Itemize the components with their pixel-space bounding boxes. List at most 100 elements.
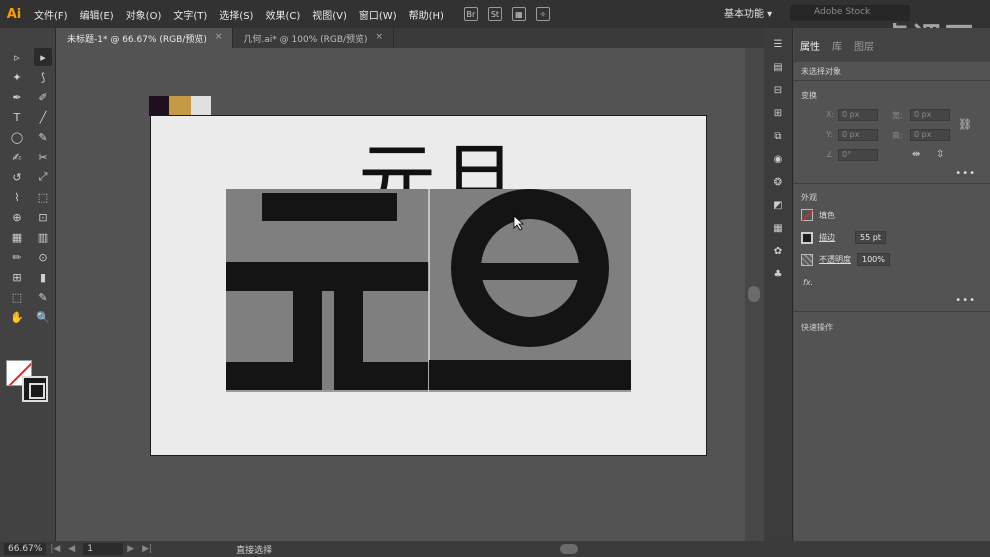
constrain-proportions-icon[interactable]: ⛓ [958, 118, 972, 131]
menu-item-window[interactable]: 窗口(W) [353, 7, 403, 22]
menu-item-view[interactable]: 视图(V) [306, 7, 353, 22]
canvas-area[interactable]: 元旦 [57, 48, 745, 541]
vertical-scrollbar[interactable] [745, 48, 764, 541]
artboard-number-field[interactable]: 1 [83, 543, 124, 555]
angle-field[interactable]: 0° [838, 149, 878, 161]
pathfinder-icon[interactable]: ⧉ [771, 129, 785, 143]
flip-horizontal-icon[interactable]: ⇹ [912, 149, 920, 160]
prev-artboard-icon[interactable]: ◀ [68, 544, 75, 554]
yuan-left-leg[interactable] [293, 291, 322, 390]
tool-icon[interactable]: ▸ [34, 48, 52, 66]
tab-geometry[interactable]: 几何.ai* @ 100% (RGB/预览) × [233, 28, 395, 48]
color-swatch-gold[interactable] [169, 96, 191, 116]
first-artboard-icon[interactable]: |◀ [50, 544, 60, 554]
menu-item-file[interactable]: 文件(F) [28, 7, 74, 22]
x-field[interactable]: 0 px [838, 109, 878, 121]
tool-icon[interactable]: ⤢ [34, 168, 52, 186]
more-transform-options[interactable]: ••• [955, 168, 976, 179]
flip-vertical-icon[interactable]: ⇳ [936, 149, 944, 160]
tool-icon[interactable]: ↺ [8, 168, 26, 186]
fill-none-swatch[interactable] [801, 209, 813, 221]
tool-icon[interactable]: ◯ [8, 128, 26, 146]
opacity-label[interactable]: 不透明度 [819, 254, 851, 265]
yuan-top-bar[interactable] [262, 193, 397, 221]
tool-icon[interactable]: ▥ [34, 228, 52, 246]
close-icon[interactable]: × [215, 32, 223, 48]
tool-icon[interactable]: ⊞ [8, 268, 26, 286]
tool-icon[interactable]: ✦ [8, 68, 26, 86]
tool-icon[interactable]: ✂ [34, 148, 52, 166]
tool-icon[interactable]: ✏ [8, 248, 26, 266]
tab-libraries[interactable]: 库 [832, 38, 842, 53]
tool-icon[interactable]: ▮ [34, 268, 52, 286]
bridge-icon[interactable]: Br [463, 7, 478, 21]
more-appearance-options[interactable]: ••• [955, 295, 976, 306]
tab-untitled-1[interactable]: 未标题-1* @ 66.67% (RGB/预览) × [57, 28, 234, 48]
tool-icon[interactable]: ⊙ [34, 248, 52, 266]
swatches-icon[interactable]: ▦ [771, 221, 785, 235]
y-field[interactable]: 0 px [838, 129, 878, 141]
dan-base-bar[interactable] [429, 360, 631, 390]
tool-icon[interactable]: ✍ [8, 148, 26, 166]
gradient-icon[interactable]: ◩ [771, 198, 785, 212]
libraries-icon[interactable]: ▤ [771, 60, 785, 74]
tool-icon[interactable]: T [8, 108, 26, 126]
tool-icon[interactable]: ⟆ [34, 68, 52, 86]
w-field[interactable]: 0 px [910, 109, 950, 121]
stroke-swatch-small[interactable] [801, 231, 813, 244]
opacity-row[interactable]: 不透明度 100% [801, 253, 890, 266]
color-icon[interactable]: ◉ [771, 152, 785, 166]
tool-icon[interactable]: ✐ [34, 88, 52, 106]
tab-layers[interactable]: 图层 [854, 38, 874, 53]
appearance-icon[interactable]: ❂ [771, 175, 785, 189]
tool-icon[interactable]: ⬚ [8, 288, 26, 306]
tool-icon[interactable]: ⊡ [34, 208, 52, 226]
gpu-icon[interactable]: ✧ [535, 7, 550, 21]
stroke-row[interactable]: 描边 55 pt [801, 231, 886, 244]
tool-icon[interactable]: ✎ [34, 128, 52, 146]
artboard[interactable]: 元旦 [150, 115, 707, 456]
fill-row[interactable]: 填色 [801, 209, 835, 221]
yuan-middle-bar[interactable] [226, 262, 429, 291]
tool-icon[interactable]: ▹ [8, 48, 26, 66]
arrange-documents-icon[interactable]: ▦ [511, 7, 526, 21]
align-icon[interactable]: ⊟ [771, 83, 785, 97]
tool-icon[interactable]: 🔍 [34, 308, 52, 326]
properties-icon[interactable]: ☰ [771, 37, 785, 51]
menu-item-edit[interactable]: 编辑(E) [74, 7, 120, 22]
stock-icon[interactable]: St [487, 7, 502, 21]
tool-icon[interactable]: ✎ [34, 288, 52, 306]
stroke-weight-field[interactable]: 55 pt [855, 231, 886, 244]
workspace-switcher[interactable]: 基本功能 ▾ [724, 5, 772, 20]
menu-item-select[interactable]: 选择(S) [213, 7, 259, 22]
yuan-right-leg[interactable] [334, 291, 363, 390]
tool-icon[interactable]: ⊕ [8, 208, 26, 226]
tool-icon[interactable]: ▦ [8, 228, 26, 246]
menu-item-object[interactable]: 对象(O) [120, 7, 168, 22]
tool-icon[interactable]: ✒ [8, 88, 26, 106]
artwork[interactable] [151, 116, 708, 457]
horizontal-scroll-thumb[interactable] [560, 544, 578, 554]
yuan-left-foot[interactable] [226, 362, 293, 390]
symbols-icon[interactable]: ♣ [771, 267, 785, 281]
stroke-label[interactable]: 描边 [819, 232, 835, 243]
last-artboard-icon[interactable]: ▶| [142, 544, 152, 554]
tool-icon[interactable]: ╱ [34, 108, 52, 126]
scrollbar-thumb[interactable] [748, 286, 760, 302]
brushes-icon[interactable]: ✿ [771, 244, 785, 258]
yuan-right-foot[interactable] [363, 362, 429, 390]
tool-icon[interactable]: ✋ [8, 308, 26, 326]
fx-icon[interactable]: fx. [803, 278, 813, 287]
tab-properties[interactable]: 属性 [800, 38, 820, 53]
menu-item-effect[interactable]: 效果(C) [259, 7, 306, 22]
color-swatch-dark[interactable] [149, 96, 169, 116]
color-swatch-silver[interactable] [191, 96, 211, 116]
tool-icon[interactable]: ⌇ [8, 188, 26, 206]
opacity-field[interactable]: 100% [857, 253, 890, 266]
stroke-swatch[interactable] [22, 376, 48, 402]
next-artboard-icon[interactable]: ▶ [127, 544, 134, 554]
zoom-field[interactable]: 66.67% [4, 543, 47, 555]
transform-icon[interactable]: ⊞ [771, 106, 785, 120]
menu-item-help[interactable]: 帮助(H) [403, 7, 450, 22]
h-field[interactable]: 0 px [910, 129, 950, 141]
